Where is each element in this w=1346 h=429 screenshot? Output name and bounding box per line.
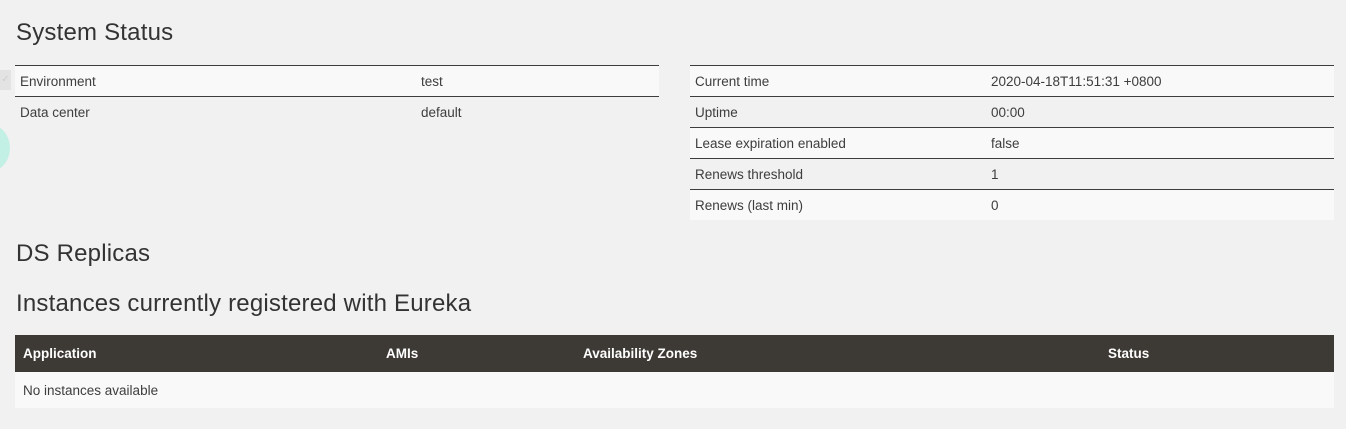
uptime-label: Uptime — [690, 96, 986, 128]
column-header-amis[interactable]: AMIs — [378, 335, 575, 372]
instances-table: Application AMIs Availability Zones Stat… — [15, 335, 1334, 408]
empty-message: No instances available — [15, 372, 1334, 408]
table-row: Uptime 00:00 — [690, 96, 1334, 128]
uptime-value: 00:00 — [986, 96, 1334, 128]
current-time-value: 2020-04-18T11:51:31 +0800 — [986, 65, 1334, 97]
system-status-title: System Status — [16, 19, 174, 46]
table-row: Renews threshold 1 — [690, 158, 1334, 190]
ds-replicas-title: DS Replicas — [16, 240, 151, 267]
table-row: Lease expiration enabled false — [690, 127, 1334, 159]
renews-threshold-label: Renews threshold — [690, 158, 986, 190]
renews-last-min-value: 0 — [986, 189, 1334, 220]
table-row: No instances available — [15, 372, 1334, 408]
environment-table: Environment test Data center default — [15, 65, 659, 127]
table-header-row: Application AMIs Availability Zones Stat… — [15, 335, 1334, 372]
renews-threshold-value: 1 — [986, 158, 1334, 190]
environment-label: Environment — [15, 65, 416, 97]
data-center-label: Data center — [15, 96, 416, 127]
table-row: Current time 2020-04-18T11:51:31 +0800 — [690, 65, 1334, 97]
table-row: Data center default — [15, 96, 659, 127]
lease-expiration-label: Lease expiration enabled — [690, 127, 986, 159]
column-header-availability-zones[interactable]: Availability Zones — [575, 335, 1100, 372]
data-center-value: default — [416, 96, 659, 127]
current-time-label: Current time — [690, 65, 986, 97]
column-header-status[interactable]: Status — [1100, 335, 1334, 372]
table-row: Renews (last min) 0 — [690, 189, 1334, 220]
lease-expiration-value: false — [986, 127, 1334, 159]
check-icon[interactable]: ✓ — [0, 70, 11, 90]
floating-widget[interactable] — [0, 125, 10, 171]
table-row: Environment test — [15, 65, 659, 97]
runtime-table: Current time 2020-04-18T11:51:31 +0800 U… — [690, 65, 1334, 220]
instances-title: Instances currently registered with Eure… — [16, 290, 472, 317]
column-header-application[interactable]: Application — [15, 335, 378, 372]
renews-last-min-label: Renews (last min) — [690, 189, 986, 220]
page: ✓ System Status Environment test Data ce… — [0, 0, 1346, 429]
environment-value: test — [416, 65, 659, 97]
